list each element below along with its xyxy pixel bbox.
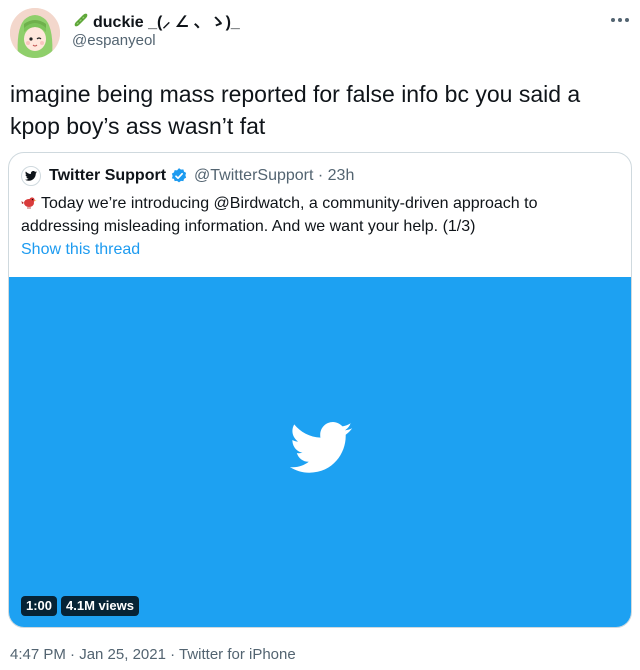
video-badges: 1:00 4.1M views: [21, 596, 139, 616]
twitter-logo-icon: [21, 166, 41, 186]
quoted-tweet-header: Twitter Support @TwitterSupport · 23h: [21, 165, 354, 187]
quoted-tweet-text: Today we’re introducing @Birdwatch, a co…: [21, 193, 611, 237]
tweet-timestamp[interactable]: 4:47 PM · Jan 25, 2021 · Twitter for iPh…: [10, 646, 296, 663]
video-player[interactable]: 1:00 4.1M views: [9, 277, 631, 627]
show-thread-link[interactable]: Show this thread: [21, 241, 140, 259]
more-options-icon[interactable]: [610, 10, 630, 27]
quoted-tweet-card[interactable]: Twitter Support @TwitterSupport · 23h To…: [8, 152, 632, 628]
author-avatar[interactable]: [10, 8, 60, 58]
video-duration-badge: 1:00: [21, 596, 58, 616]
video-views-badge: 4.1M views: [61, 596, 139, 616]
tweet-text: imagine being mass reported for false in…: [10, 81, 581, 139]
author-name-row[interactable]: duckie _(⸝ ∠ 、ゝ)_: [72, 10, 240, 31]
verified-badge-icon: [170, 167, 188, 185]
author-handle[interactable]: @espanyeol: [72, 32, 156, 49]
quoted-handle-time: @TwitterSupport · 23h: [194, 167, 355, 184]
cucumber-icon: [72, 11, 90, 29]
author-display-name: duckie _(⸝ ∠ 、ゝ)_: [93, 14, 240, 31]
avatar-image: [10, 8, 60, 58]
quoted-author-name: Twitter Support: [49, 167, 167, 184]
bird-emoji-icon: [21, 194, 37, 216]
quoted-tweet-body: Today we’re introducing @Birdwatch, a co…: [21, 195, 538, 235]
twitter-bird-icon: [289, 422, 353, 473]
